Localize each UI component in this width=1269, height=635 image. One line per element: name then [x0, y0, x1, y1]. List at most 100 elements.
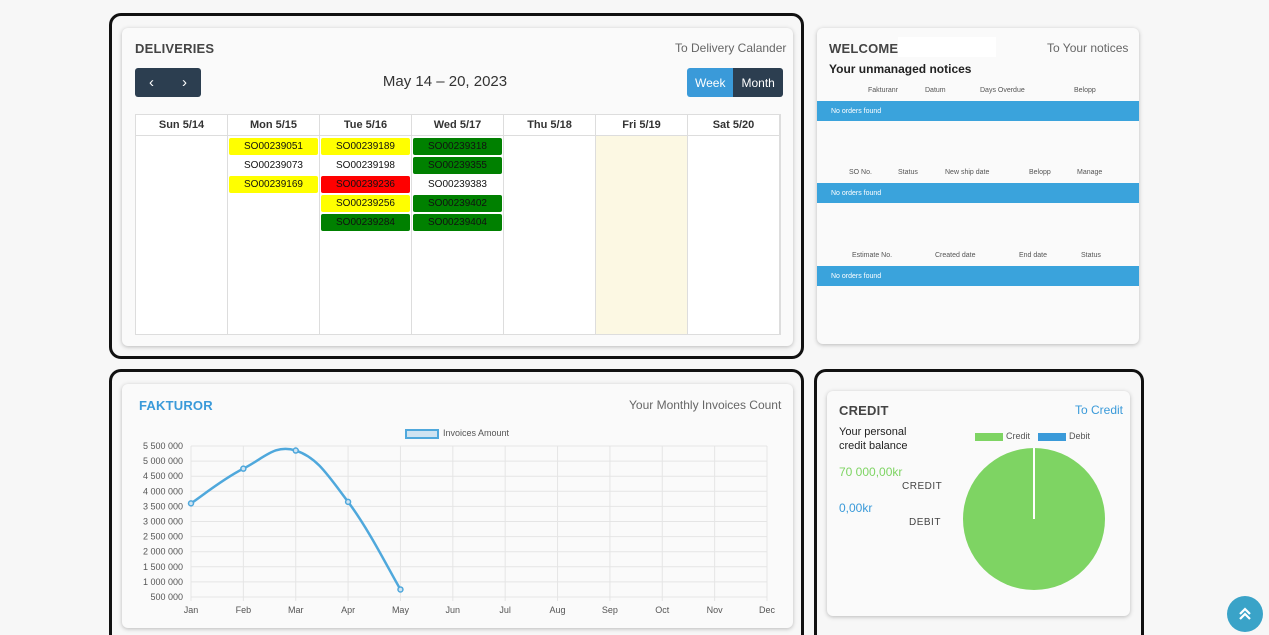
next-week-button[interactable]: ›	[168, 68, 201, 97]
notice-table-column: Belopp	[1074, 87, 1096, 94]
credit-label: CREDIT	[902, 481, 943, 492]
invoices-data-point	[187, 500, 195, 507]
y-tick-label: 5 500 000	[143, 441, 183, 451]
delivery-event[interactable]: SO00239284	[321, 214, 410, 231]
invoices-legend: Invoices Amount	[405, 428, 509, 439]
notice-table-header: Fakturanr Datum Days Overdue Belopp	[817, 82, 1139, 100]
x-tick-label: Feb	[236, 605, 252, 615]
x-tick-label: Sep	[602, 605, 618, 615]
delivery-event[interactable]: SO00239402	[413, 195, 502, 212]
x-tick-label: Jul	[499, 605, 511, 615]
scroll-to-top-button[interactable]	[1227, 596, 1263, 632]
notice-table-column: Created date	[935, 252, 976, 259]
debit-value: 0,00kr	[839, 501, 873, 515]
calendar-day-column[interactable]: SO00239318 SO00239355 SO00239383 SO00239402…	[412, 136, 504, 334]
welcome-title: WELCOME	[829, 41, 899, 56]
invoices-line-chart: 500 000 1 000 000 1 500 000 2 000 000 2 500 …	[143, 441, 776, 615]
monthly-invoices-link[interactable]: Your Monthly Invoices Count	[629, 398, 781, 412]
calendar-day-column[interactable]	[136, 136, 228, 334]
view-toggle: Week Month	[687, 68, 783, 97]
calendar-day-header: Sun 5/14	[136, 115, 228, 136]
y-tick-label: 4 000 000	[143, 486, 183, 496]
debit-legend-swatch	[1038, 432, 1067, 441]
invoices-legend-swatch	[405, 428, 439, 439]
delivery-calendar: Sun 5/14 Mon 5/15 Tue 5/16 Wed 5/17 Thu 5/18…	[135, 114, 781, 335]
credit-balance-label: Your personal credit balance	[839, 426, 908, 452]
x-tick-label: Jun	[446, 605, 461, 615]
fakturor-title: FAKTUROR	[139, 398, 213, 413]
notice-table-empty-row: No orders found	[817, 266, 1139, 286]
calendar-range-title: May 14 – 20, 2023	[382, 73, 508, 90]
calendar-day-header: Fri 5/19	[596, 115, 688, 136]
double-chevron-up-icon	[1239, 607, 1251, 620]
x-tick-label: Aug	[550, 605, 566, 615]
week-view-button[interactable]: Week	[687, 68, 734, 97]
delivery-event[interactable]: SO00239318	[413, 138, 502, 155]
calendar-day-header: Thu 5/18	[504, 115, 596, 136]
calendar-day-column[interactable]: SO00239051 SO00239073 SO00239169	[228, 136, 320, 334]
x-tick-label: May	[392, 605, 410, 615]
credit-legend-label: Credit	[1006, 431, 1031, 441]
credit-value: 70 000,00kr	[839, 465, 903, 479]
calendar-nav: ‹ ›	[135, 68, 201, 97]
calendar-day-column[interactable]	[504, 136, 596, 334]
x-tick-label: Apr	[341, 605, 355, 615]
credit-legend: Credit Debit	[975, 431, 1090, 441]
calendar-day-column[interactable]: SO00239189 SO00239198 SO00239236 SO00239256…	[320, 136, 412, 334]
y-tick-label: 2 000 000	[143, 547, 183, 557]
invoices-data-point	[344, 498, 352, 506]
invoices-data-point	[240, 465, 247, 472]
delivery-event[interactable]: SO00239256	[321, 195, 410, 212]
y-tick-label: 2 500 000	[143, 532, 183, 542]
notice-table-column: Manage	[1077, 169, 1103, 176]
invoices-data-point	[292, 447, 299, 454]
calendar-day-column[interactable]	[688, 136, 780, 334]
delivery-event[interactable]: SO00239189	[321, 138, 410, 155]
calendar-day-header: Mon 5/15	[228, 115, 320, 136]
y-tick-label: 5 000 000	[143, 456, 183, 466]
calendar-day-column[interactable]	[596, 136, 688, 334]
notice-table-column: End date	[1019, 252, 1048, 259]
y-tick-label: 4 500 000	[143, 471, 183, 481]
chevron-right-icon: ›	[182, 74, 187, 91]
delivery-event[interactable]: SO00239404	[413, 214, 502, 231]
x-tick-label: Dec	[759, 605, 776, 615]
debit-legend-item: Debit	[1038, 431, 1090, 441]
calendar-day-header: Sat 5/20	[688, 115, 780, 136]
x-tick-label: Mar	[288, 605, 304, 615]
notice-table-header: SO No. Status New ship date Belopp Manage	[817, 164, 1139, 182]
delivery-event[interactable]: SO00239383	[413, 176, 502, 193]
credit-legend-swatch	[975, 432, 1003, 441]
notices-link[interactable]: To Your notices	[1047, 41, 1128, 55]
delivery-event[interactable]: SO00239073	[229, 157, 318, 174]
y-tick-label: 500 000	[150, 592, 183, 602]
y-tick-label: 3 000 000	[143, 517, 183, 527]
notice-table-empty-row: No orders found	[817, 183, 1139, 203]
notice-table-column: Fakturanr	[868, 87, 898, 94]
month-view-button[interactable]: Month	[733, 68, 783, 97]
x-tick-label: Jan	[184, 605, 199, 615]
delivery-event[interactable]: SO00239051	[229, 138, 318, 155]
notice-table-column: New ship date	[945, 169, 990, 176]
notice-table-column: Estimate No.	[852, 252, 893, 259]
prev-week-button[interactable]: ‹	[135, 68, 168, 97]
debit-legend-label: Debit	[1069, 431, 1091, 441]
notice-table-column: SO No.	[849, 169, 872, 176]
credit-legend-item: Credit	[975, 431, 1030, 441]
y-tick-label: 3 500 000	[143, 501, 183, 511]
chevron-left-icon: ‹	[149, 74, 154, 91]
deliveries-title: DELIVERIES	[135, 41, 215, 56]
y-tick-label: 1 500 000	[143, 562, 183, 572]
delivery-calendar-link[interactable]: To Delivery Calander	[675, 41, 786, 55]
y-tick-label: 1 000 000	[143, 577, 183, 587]
delivery-event[interactable]: SO00239169	[229, 176, 318, 193]
delivery-event[interactable]: SO00239198	[321, 157, 410, 174]
invoices-data-point	[397, 586, 404, 593]
notice-table-column: Status	[1081, 252, 1101, 259]
calendar-day-header: Wed 5/17	[412, 115, 504, 136]
credit-link[interactable]: To Credit	[1075, 403, 1123, 417]
delivery-event[interactable]: SO00239236	[321, 176, 410, 193]
delivery-event[interactable]: SO00239355	[413, 157, 502, 174]
calendar-day-header: Tue 5/16	[320, 115, 412, 136]
notice-table-column: Status	[898, 169, 918, 176]
